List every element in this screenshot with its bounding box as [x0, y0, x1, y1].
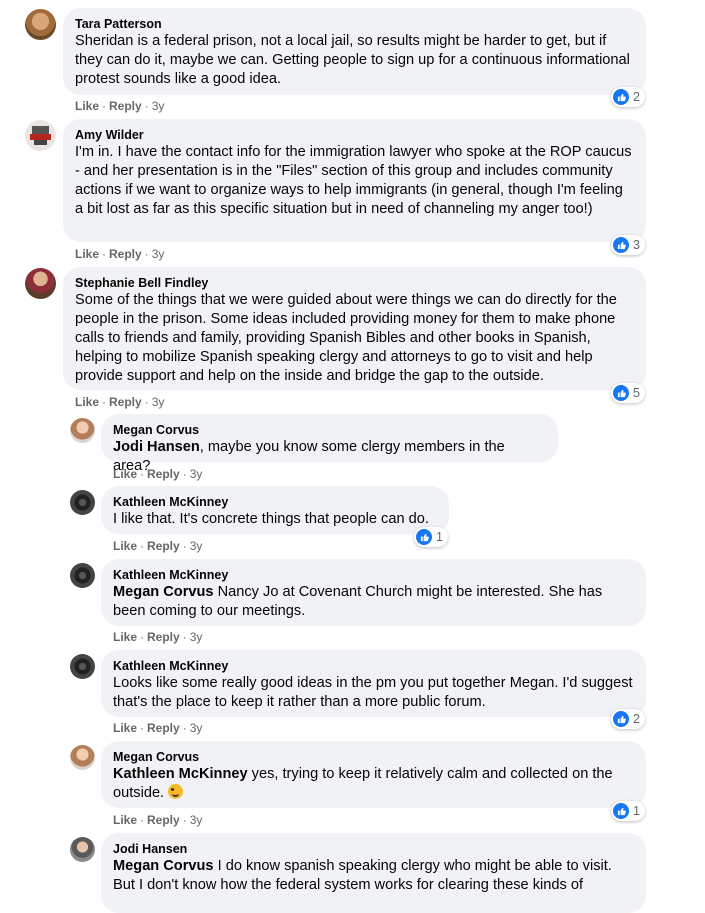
timestamp[interactable]: 3y: [152, 395, 165, 409]
avatar[interactable]: [70, 654, 95, 679]
reply-text: I like that. It's concrete things that p…: [113, 511, 429, 527]
timestamp[interactable]: 3y: [190, 813, 203, 827]
comment-text: Some of the things that we were guided a…: [75, 292, 617, 384]
reply-actions: Like · Reply · 3y: [113, 539, 203, 553]
timestamp[interactable]: 3y: [152, 99, 165, 113]
reply-author[interactable]: Kathleen McKinney: [113, 494, 437, 510]
like-link[interactable]: Like: [113, 539, 137, 553]
like-link[interactable]: Like: [75, 247, 99, 261]
reply-actions: Like · Reply · 3y: [113, 721, 203, 735]
reply-author[interactable]: Kathleen McKinney: [113, 567, 634, 583]
like-link[interactable]: Like: [113, 721, 137, 735]
reply-bubble: Kathleen McKinney I like that. It's conc…: [101, 486, 449, 534]
reply-link[interactable]: Reply: [147, 721, 180, 735]
avatar[interactable]: [70, 837, 95, 862]
reply-author[interactable]: Kathleen McKinney: [113, 658, 634, 674]
reaction-number: 2: [633, 712, 640, 726]
reaction-count[interactable]: 2: [611, 87, 645, 107]
timestamp[interactable]: 3y: [152, 247, 165, 261]
avatar[interactable]: [25, 9, 56, 40]
avatar[interactable]: [25, 268, 56, 299]
like-link[interactable]: Like: [113, 630, 137, 644]
reply-bubble: Kathleen McKinney Looks like some really…: [101, 650, 646, 717]
reaction-number: 2: [633, 90, 640, 104]
reply-actions: Like · Reply · 3y: [113, 467, 203, 481]
reply-actions: Like · Reply · 3y: [113, 630, 203, 644]
comment-bubble: Amy Wilder I'm in. I have the contact in…: [63, 119, 646, 242]
timestamp[interactable]: 3y: [190, 467, 203, 481]
avatar[interactable]: [25, 120, 56, 151]
avatar[interactable]: [70, 563, 95, 588]
comment-actions: Like · Reply · 3y: [75, 395, 165, 409]
reply-bubble: Jodi Hansen Megan Corvus I do know spani…: [101, 833, 646, 913]
comment-author[interactable]: Stephanie Bell Findley: [75, 275, 634, 291]
thumbs-up-icon: [416, 529, 432, 545]
like-link[interactable]: Like: [113, 813, 137, 827]
reply-text: Looks like some really good ideas in the…: [113, 675, 633, 710]
reply-link[interactable]: Reply: [109, 99, 142, 113]
reply-actions: Like · Reply · 3y: [113, 813, 203, 827]
reply-link[interactable]: Reply: [147, 539, 180, 553]
thumbs-up-icon: [613, 803, 629, 819]
thumbs-up-icon: [613, 385, 629, 401]
comment-text: Sheridan is a federal prison, not a loca…: [75, 33, 630, 87]
thumbs-up-icon: [613, 237, 629, 253]
reply-author[interactable]: Megan Corvus: [113, 422, 546, 438]
avatar[interactable]: [70, 418, 95, 443]
comment-author[interactable]: Tara Patterson: [75, 16, 634, 32]
comment-bubble: Stephanie Bell Findley Some of the thing…: [63, 267, 646, 390]
reply-bubble: Megan Corvus Kathleen McKinney yes, tryi…: [101, 741, 646, 808]
reply-link[interactable]: Reply: [109, 247, 142, 261]
reaction-count[interactable]: 2: [611, 709, 645, 729]
comment-author[interactable]: Amy Wilder: [75, 127, 634, 143]
mention-link[interactable]: Megan Corvus: [113, 858, 214, 874]
reaction-number: 3: [633, 238, 640, 252]
reply-author[interactable]: Megan Corvus: [113, 749, 634, 765]
reply-text: Megan Corvus I do know spanish speaking …: [113, 858, 612, 893]
reply-link[interactable]: Reply: [147, 630, 180, 644]
wink-emoji-icon: [168, 784, 184, 799]
comment-bubble: Tara Patterson Sheridan is a federal pri…: [63, 8, 646, 95]
thumbs-up-icon: [613, 711, 629, 727]
reaction-number: 1: [436, 530, 443, 544]
reply-author[interactable]: Jodi Hansen: [113, 841, 634, 857]
comment-actions: Like · Reply · 3y: [75, 247, 165, 261]
reaction-count[interactable]: 1: [611, 801, 645, 821]
like-link[interactable]: Like: [113, 467, 137, 481]
avatar[interactable]: [70, 490, 95, 515]
reply-link[interactable]: Reply: [109, 395, 142, 409]
timestamp[interactable]: 3y: [190, 721, 203, 735]
reply-bubble: Kathleen McKinney Megan Corvus Nancy Jo …: [101, 559, 646, 626]
like-link[interactable]: Like: [75, 395, 99, 409]
reaction-number: 1: [633, 804, 640, 818]
reaction-count[interactable]: 1: [414, 527, 448, 547]
reaction-count[interactable]: 5: [611, 383, 645, 403]
like-link[interactable]: Like: [75, 99, 99, 113]
reaction-number: 5: [633, 386, 640, 400]
avatar[interactable]: [70, 745, 95, 770]
reply-link[interactable]: Reply: [147, 813, 180, 827]
reply-text: Kathleen McKinney yes, trying to keep it…: [113, 766, 613, 801]
reply-text: Megan Corvus Nancy Jo at Covenant Church…: [113, 584, 603, 619]
comment-text: I'm in. I have the contact info for the …: [75, 144, 632, 217]
reply-link[interactable]: Reply: [147, 467, 180, 481]
timestamp[interactable]: 3y: [190, 630, 203, 644]
thumbs-up-icon: [613, 89, 629, 105]
mention-link[interactable]: Megan Corvus: [113, 584, 214, 600]
mention-link[interactable]: Kathleen McKinney: [113, 766, 248, 782]
comment-actions: Like · Reply · 3y: [75, 99, 165, 113]
reply-bubble: Megan Corvus Jodi Hansen, maybe you know…: [101, 414, 558, 474]
mention-link[interactable]: Jodi Hansen: [113, 439, 200, 455]
timestamp[interactable]: 3y: [190, 539, 203, 553]
reaction-count[interactable]: 3: [611, 235, 645, 255]
